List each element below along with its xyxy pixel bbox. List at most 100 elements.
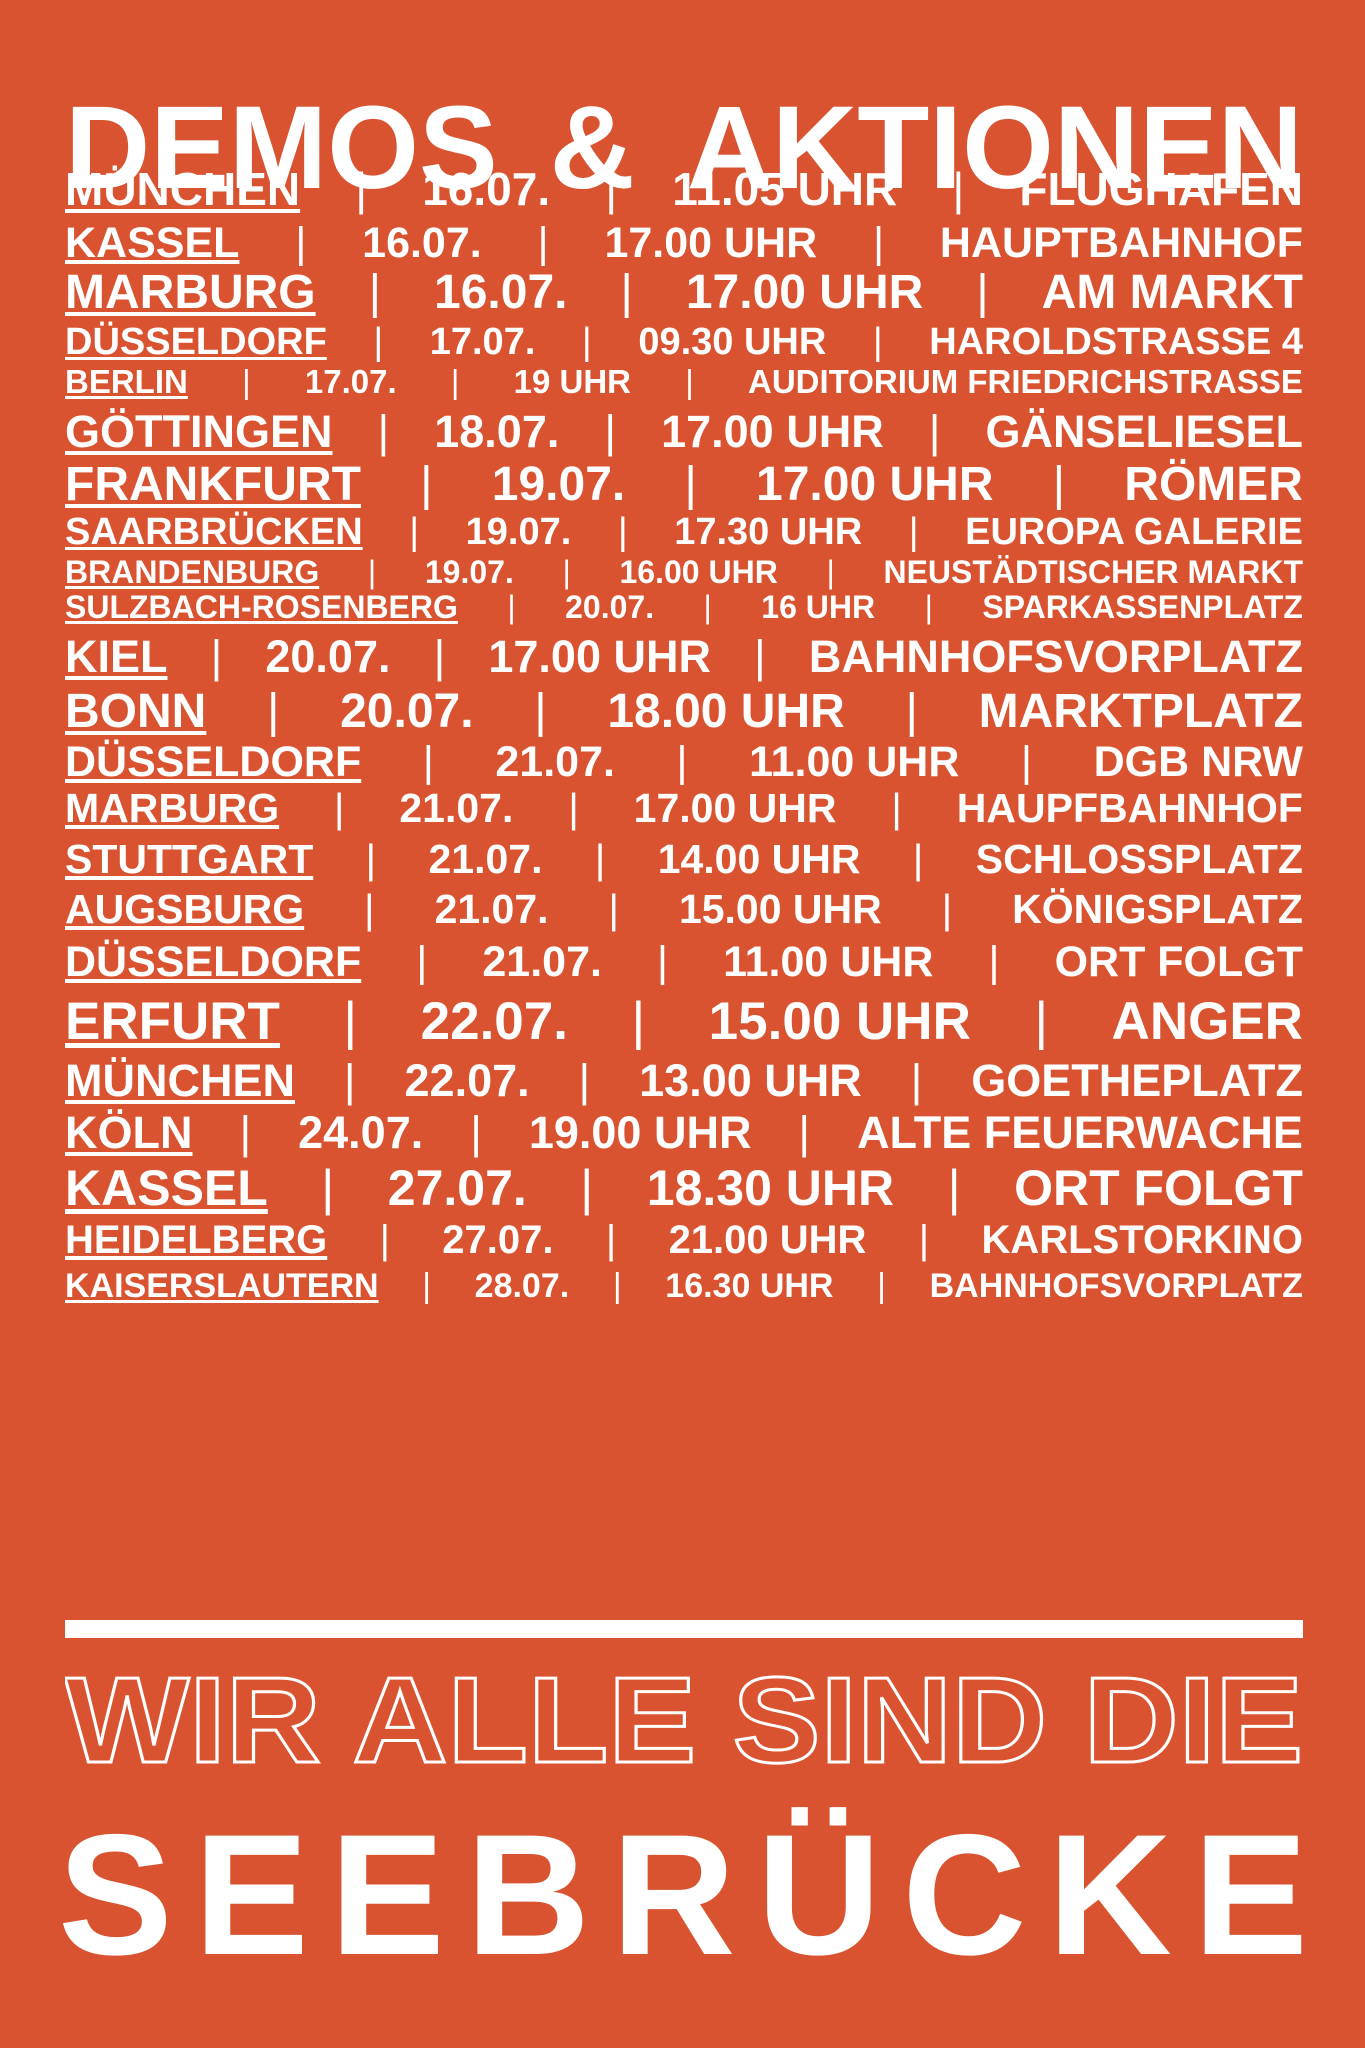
- separator: |: [604, 405, 617, 457]
- separator: |: [910, 1054, 923, 1106]
- event-city: HEIDELBERG: [65, 1217, 328, 1262]
- separator: |: [617, 511, 628, 553]
- separator: |: [941, 885, 953, 932]
- slogan-main-letter: K: [1047, 1799, 1172, 1991]
- event-date: 16.07.: [422, 163, 551, 215]
- separator: |: [409, 511, 420, 553]
- separator: |: [676, 737, 688, 786]
- event-row: MARBURG | 16.07. | 17.00 UHR | AM MARKT: [65, 265, 1303, 321]
- event-row: MARBURG | 21.07. | 17.00 UHR | HAUPFBAHNHOF: [65, 784, 1303, 832]
- separator: |: [905, 685, 918, 738]
- event-city: KAISERSLAUTERN: [65, 1267, 379, 1305]
- separator: |: [928, 405, 941, 457]
- event-city: FRANKFURT: [65, 458, 361, 511]
- event-place: AUDITORIUM FRIEDRICHSTRASSE: [748, 362, 1303, 400]
- event-time: 17.30 UHR: [674, 511, 863, 553]
- slogan-main-letter: B: [465, 1799, 591, 1991]
- event-date: 22.07.: [420, 991, 568, 1051]
- event-date: 20.07.: [340, 685, 474, 738]
- event-row: SAARBRÜCKEN | 19.07. | 17.30 UHR | EUROPA GALE…: [65, 510, 1303, 554]
- separator: |: [321, 1160, 335, 1216]
- separator: |: [872, 321, 883, 363]
- event-city: KIEL: [65, 630, 168, 682]
- event-city: MARBURG: [65, 784, 280, 831]
- separator: |: [355, 163, 368, 215]
- event-city: BRANDENBURG: [65, 553, 320, 590]
- event-date: 18.07.: [434, 405, 560, 457]
- separator: |: [924, 588, 933, 625]
- event-place: SCHLOSSPLATZ: [975, 835, 1303, 882]
- event-place: SPARKASSENPLATZ: [982, 588, 1303, 625]
- event-date: 27.07.: [442, 1217, 554, 1262]
- separator: |: [1034, 991, 1049, 1051]
- event-date: 19.07.: [465, 511, 572, 553]
- slogan-main-letter: S: [58, 1799, 173, 1991]
- separator: |: [420, 458, 433, 511]
- event-place: MARKTPLATZ: [978, 685, 1303, 738]
- separator: |: [988, 937, 1000, 986]
- separator: |: [656, 937, 669, 986]
- separator: |: [620, 266, 633, 319]
- event-place: GOETHEPLATZ: [971, 1054, 1303, 1106]
- event-row: BRANDENBURG | 19.07. | 16.00 UHR | NEUSTÄDTISC…: [65, 553, 1303, 590]
- event-place: EUROPA GALERIE: [965, 511, 1303, 553]
- event-city: DÜSSELDORF: [65, 321, 327, 363]
- separator: |: [594, 835, 606, 882]
- event-place: BAHNHOFSVORPLATZ: [929, 1267, 1303, 1305]
- event-place: HAUPFBAHNHOF: [956, 784, 1303, 831]
- separator: |: [608, 885, 620, 932]
- event-place: ORT FOLGT: [1014, 1160, 1303, 1216]
- event-time: 21.00 UHR: [668, 1217, 867, 1262]
- event-place: BAHNHOFSVORPLATZ: [808, 630, 1303, 682]
- event-row: KASSEL | 27.07. | 18.30 UHR | ORT FOLGT: [65, 1159, 1303, 1217]
- event-place: RÖMER: [1124, 458, 1303, 511]
- event-date: 17.07.: [429, 321, 536, 363]
- separator: |: [872, 218, 885, 267]
- event-time: 13.00 UHR: [639, 1054, 862, 1106]
- event-city: STUTTGART: [65, 835, 314, 882]
- event-city: MARBURG: [65, 266, 316, 319]
- slogan-main-letter: Ü: [756, 1799, 882, 1991]
- separator: |: [239, 1106, 252, 1158]
- event-time: 17.00 UHR: [604, 218, 818, 267]
- event-date: 17.07.: [304, 362, 397, 400]
- event-place: ANGER: [1111, 991, 1303, 1051]
- separator: |: [242, 362, 251, 400]
- separator: |: [908, 511, 919, 553]
- event-date: 22.07.: [404, 1054, 530, 1106]
- separator: |: [703, 588, 712, 625]
- event-time: 11.00 UHR: [749, 737, 960, 786]
- event-row: DÜSSELDORF | 17.07. | 09.30 UHR | HAROLDSTRASS…: [65, 320, 1303, 364]
- event-row: HEIDELBERG | 27.07. | 21.00 UHR | KARLSTORKINO: [65, 1216, 1303, 1263]
- separator: |: [373, 321, 384, 363]
- event-city: AUGSBURG: [65, 885, 305, 932]
- event-row: KÖLN | 24.07. | 19.00 UHR | ALTE FEUERWACHE: [65, 1106, 1303, 1158]
- event-city: KASSEL: [65, 1160, 268, 1216]
- event-date: 21.07.: [428, 835, 543, 882]
- separator: |: [605, 163, 618, 215]
- event-row: ERFURT | 22.07. | 15.00 UHR | ANGER: [65, 990, 1303, 1052]
- event-date: 19.07.: [424, 553, 514, 590]
- separator: |: [537, 218, 549, 267]
- slogan-outline: WIR ALLE SIND DIE: [65, 1666, 1303, 1776]
- separator: |: [422, 737, 434, 786]
- event-time: 17.00 UHR: [756, 458, 994, 511]
- event-date: 28.07.: [474, 1267, 570, 1305]
- event-city: ERFURT: [65, 991, 280, 1051]
- event-date: 20.07.: [265, 630, 391, 682]
- slogan-main-letter: E: [329, 1799, 445, 1991]
- event-place: GÄNSELIESEL: [985, 405, 1303, 457]
- separator: |: [826, 553, 835, 590]
- separator: |: [568, 784, 579, 831]
- separator: |: [1020, 737, 1033, 786]
- event-row: KASSEL | 16.07. | 17.00 UHR | HAUPTBAHNHOF: [65, 218, 1303, 268]
- event-city: MÜNCHEN: [65, 163, 301, 215]
- poster: DEMOS & AKTIONEN MÜNCHEN | 16.07. | 11.05 UH…: [0, 0, 1365, 2048]
- separator: |: [343, 1054, 356, 1106]
- event-row: BONN | 20.07. | 18.00 UHR | MARKTPLATZ: [65, 684, 1303, 740]
- separator: |: [416, 937, 428, 986]
- event-date: 16.07.: [434, 266, 568, 319]
- event-place: KÖNIGSPLATZ: [1012, 885, 1303, 932]
- event-row: DÜSSELDORF | 21.07. | 11.00 UHR | DGB NRW: [65, 737, 1303, 787]
- event-time: 16.30 UHR: [665, 1267, 834, 1305]
